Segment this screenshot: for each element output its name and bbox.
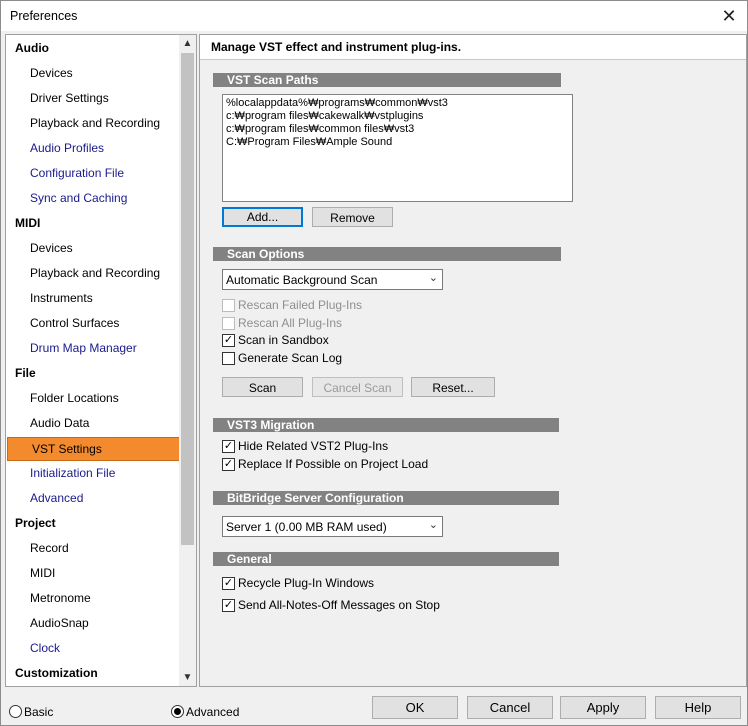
chevron-down-icon: ⌄ xyxy=(428,519,438,531)
nav-item[interactable]: Clock xyxy=(6,637,196,659)
nav-item[interactable]: Control Surfaces xyxy=(6,312,196,334)
check-icon: ✓ xyxy=(222,577,235,590)
check-icon: ✓ xyxy=(222,458,235,471)
cancel-button[interactable]: Cancel xyxy=(467,696,553,719)
nav-item[interactable]: Audio Data xyxy=(6,412,196,434)
title-bar: Preferences ✕ xyxy=(1,1,747,31)
scroll-down-icon[interactable]: ▼ xyxy=(179,669,196,686)
nav-item[interactable]: Drum Map Manager xyxy=(6,337,196,359)
apply-button[interactable]: Apply xyxy=(560,696,646,719)
nav-item[interactable]: Configuration File xyxy=(6,162,196,184)
nav-scrollbar[interactable]: ▲ ▼ xyxy=(179,35,196,686)
radio-dot xyxy=(9,705,22,718)
nav-item[interactable]: Sync and Caching xyxy=(6,187,196,209)
section-vst-scan-paths: VST Scan Paths xyxy=(213,73,561,87)
checkbox-box xyxy=(222,317,235,330)
nav-item[interactable]: Initialization File xyxy=(6,462,196,484)
nav-item[interactable]: AudioSnap xyxy=(6,612,196,634)
section-general: General xyxy=(213,552,559,566)
check-icon: ✓ xyxy=(222,440,235,453)
section-scan-options: Scan Options xyxy=(213,247,561,261)
checkbox-label: Rescan Failed Plug-Ins xyxy=(238,298,363,312)
scan-mode-dropdown[interactable]: Automatic Background Scan ⌄ xyxy=(222,269,443,290)
nav-item[interactable]: VST Settings xyxy=(7,437,196,461)
nav-item[interactable]: Folder Locations xyxy=(6,387,196,409)
nav-item[interactable]: Driver Settings xyxy=(6,87,196,109)
radio-label: Advanced xyxy=(186,705,240,719)
nav-item[interactable]: Metronome xyxy=(6,587,196,609)
scan-mode-value: Automatic Background Scan xyxy=(226,273,378,287)
checkbox-label: Scan in Sandbox xyxy=(238,333,329,347)
preferences-window: Preferences ✕ Audio Devices Driver Setting… xyxy=(0,0,748,726)
checkbox-box xyxy=(222,352,235,365)
scan-path-item[interactable]: c:₩program files₩cakewalk₩vstplugins xyxy=(226,110,423,123)
window-title: Preferences xyxy=(10,9,78,23)
remove-path-button[interactable]: Remove xyxy=(312,207,393,227)
check-icon: ✓ xyxy=(222,599,235,612)
dialog-footer: Basic Advanced OK Cancel Apply Help xyxy=(1,691,747,725)
close-icon[interactable]: ✕ xyxy=(715,3,743,29)
nav-group-header[interactable]: File xyxy=(6,362,187,384)
help-button[interactable]: Help xyxy=(655,696,741,719)
section-bitbridge: BitBridge Server Configuration xyxy=(213,491,559,505)
category-tree: Audio Devices Driver Settings Playback and … xyxy=(5,34,197,687)
nav-item[interactable]: Playback and Recording xyxy=(6,112,196,134)
check-icon: ✓ xyxy=(222,334,235,347)
vst-settings-panel: Manage VST effect and instrument plug-in… xyxy=(199,34,747,687)
scroll-thumb[interactable] xyxy=(181,53,194,545)
checkbox-box xyxy=(222,299,235,312)
bitbridge-server-dropdown[interactable]: Server 1 (0.00 MB RAM used) ⌄ xyxy=(222,516,443,537)
nav-group-header[interactable]: Audio xyxy=(6,37,187,59)
scan-button[interactable]: Scan xyxy=(222,377,303,397)
checkbox-label: Generate Scan Log xyxy=(238,351,343,365)
nav-item[interactable]: Audio Profiles xyxy=(6,137,196,159)
nav-item[interactable]: Devices xyxy=(6,62,196,84)
nav-item[interactable]: Playback and Recording xyxy=(6,262,196,284)
scan-paths-list[interactable]: %localappdata%₩programs₩common₩vst3 c:₩p… xyxy=(222,94,573,202)
nav-item[interactable]: Devices xyxy=(6,237,196,259)
cancel-scan-button[interactable]: Cancel Scan xyxy=(312,377,403,397)
scan-path-item[interactable]: c:₩program files₩common files₩vst3 xyxy=(226,123,414,136)
scan-path-item[interactable]: %localappdata%₩programs₩common₩vst3 xyxy=(226,97,448,110)
section-vst3-migration: VST3 Migration xyxy=(213,418,559,432)
ok-button[interactable]: OK xyxy=(372,696,458,719)
nav-item[interactable]: Advanced xyxy=(6,487,196,509)
radio-label: Basic xyxy=(24,705,54,719)
checkbox-label: Replace If Possible on Project Load xyxy=(238,457,429,471)
panel-header: Manage VST effect and instrument plug-in… xyxy=(200,35,746,60)
nav-group-header[interactable]: Customization xyxy=(6,662,187,684)
checkbox-label: Recycle Plug-In Windows xyxy=(238,576,375,590)
nav-item[interactable]: MIDI xyxy=(6,562,196,584)
checkbox-label: Hide Related VST2 Plug-Ins xyxy=(238,439,389,453)
radio-dot xyxy=(171,705,184,718)
add-path-button[interactable]: Add... xyxy=(222,207,303,227)
checkbox-label: Rescan All Plug-Ins xyxy=(238,316,343,330)
scroll-up-icon[interactable]: ▲ xyxy=(179,35,196,52)
nav-item[interactable]: Instruments xyxy=(6,287,196,309)
panel-heading: Manage VST effect and instrument plug-in… xyxy=(211,40,462,54)
chevron-down-icon: ⌄ xyxy=(428,272,438,284)
nav-item[interactable]: Record xyxy=(6,537,196,559)
nav-group-header[interactable]: MIDI xyxy=(6,212,187,234)
checkbox-label: Send All-Notes-Off Messages on Stop xyxy=(238,598,440,612)
nav-group-header[interactable]: Project xyxy=(6,512,187,534)
reset-button[interactable]: Reset... xyxy=(411,377,495,397)
bitbridge-server-value: Server 1 (0.00 MB RAM used) xyxy=(226,520,387,534)
scan-path-item[interactable]: C:₩Program Files₩Ample Sound xyxy=(226,136,392,149)
